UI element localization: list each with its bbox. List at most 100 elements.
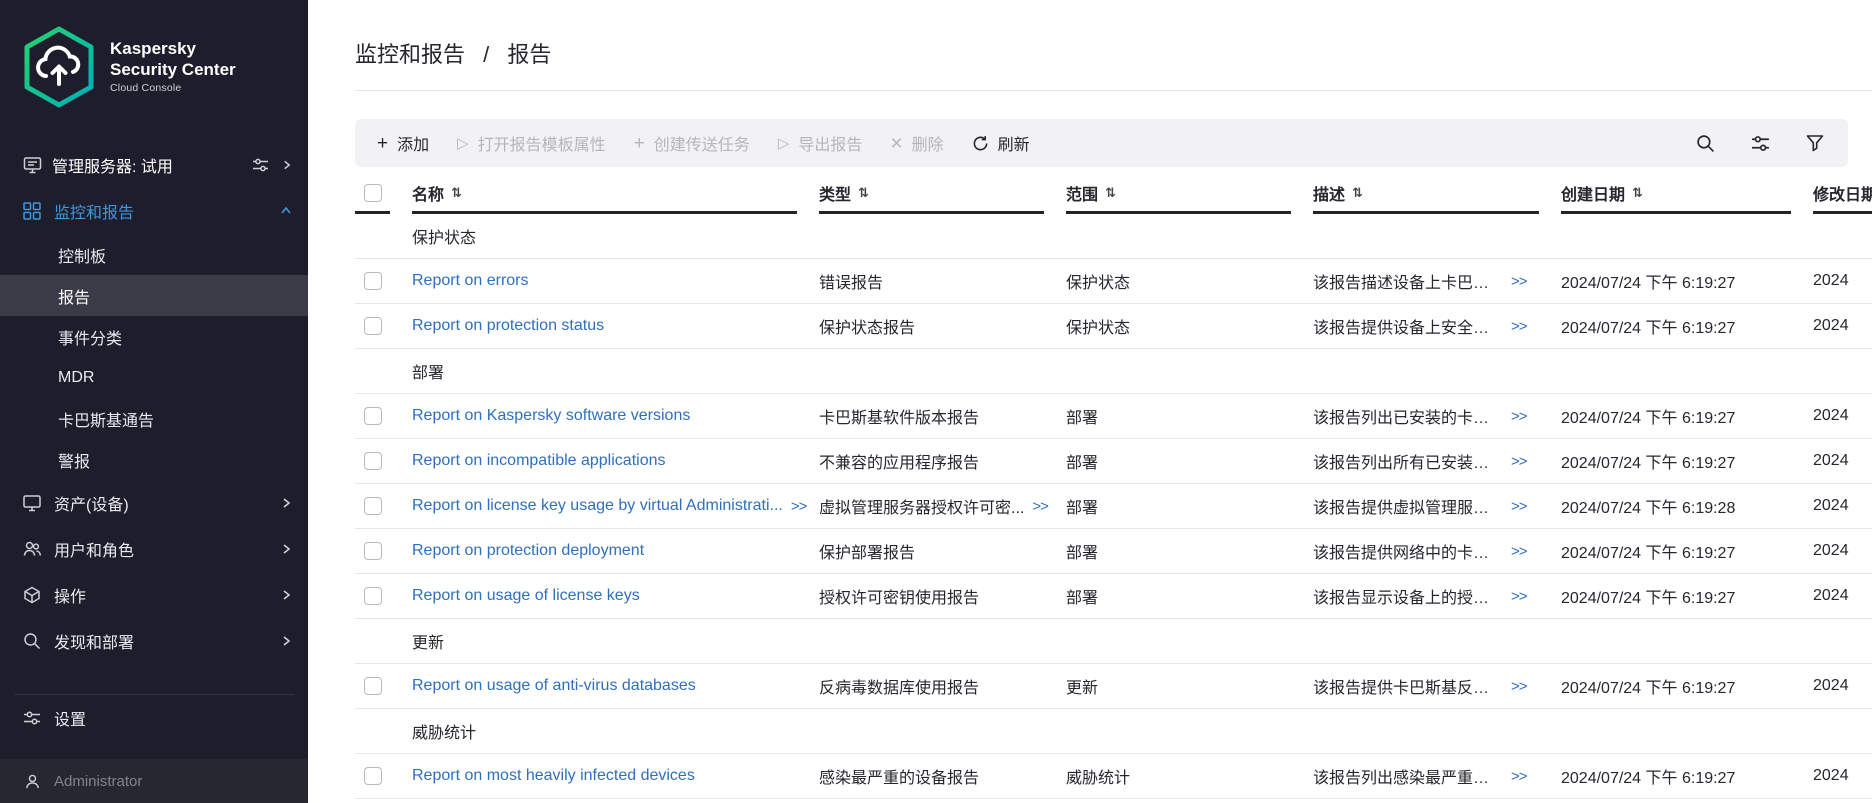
sort-icon: ⇅ (1105, 186, 1116, 201)
sidebar-item-dashboard[interactable]: 控制板 (0, 234, 308, 275)
column-header-type[interactable]: 类型⇅ (819, 175, 1066, 214)
sidebar-item-operations[interactable]: 操作 (0, 572, 308, 618)
group-label: 保护状态 (412, 224, 819, 248)
monitor-icon (22, 494, 42, 512)
row-checkbox[interactable] (364, 452, 382, 470)
sliders-icon (22, 710, 42, 726)
delete-button[interactable]: × 删除 (876, 119, 957, 167)
row-checkbox[interactable] (364, 497, 382, 515)
description-text: 该报告提供虚拟管理服务器... (1313, 494, 1503, 518)
sidebar-item-settings[interactable]: 设置 (0, 695, 308, 741)
refresh-icon (972, 135, 989, 152)
create-delivery-task-button[interactable]: + 创建传送任务 (620, 119, 764, 167)
report-name-link[interactable]: Report on license key usage by virtual A… (412, 497, 783, 515)
description-text: 该报告描述设备上卡巴斯基... (1313, 269, 1503, 293)
brand-line-1: Kaspersky (110, 39, 236, 60)
cell-created: 2024/07/24 下午 6:19:27 (1561, 269, 1813, 293)
button-label: 创建传送任务 (654, 131, 750, 155)
sidebar-item-reports[interactable]: 报告 (0, 275, 308, 316)
brand-line-2: Security Center (110, 60, 236, 81)
cell-checkbox (355, 317, 412, 335)
chevron-right-icon (280, 589, 292, 601)
reports-table: 名称⇅ 类型⇅ 范围⇅ 描述⇅ 创建日期⇅ 修改日期⇅ 保护状态 Report o… (355, 175, 1872, 799)
row-checkbox[interactable] (364, 767, 382, 785)
refresh-button[interactable]: 刷新 (958, 119, 1044, 167)
expand-description-link[interactable]: >> (1511, 273, 1527, 290)
column-header-scope[interactable]: 范围⇅ (1066, 175, 1313, 214)
expand-description-link[interactable]: >> (1511, 408, 1527, 425)
expand-description-link[interactable]: >> (1511, 588, 1527, 605)
button-label: 刷新 (998, 131, 1030, 155)
report-name-link[interactable]: Report on incompatible applications (412, 452, 665, 470)
expand-description-link[interactable]: >> (1511, 678, 1527, 695)
expand-description-link[interactable]: >> (1511, 543, 1527, 560)
sidebar-item-kaspersky-announcements[interactable]: 卡巴斯基通告 (0, 398, 308, 439)
sort-icon: ⇅ (1352, 186, 1363, 201)
row-checkbox[interactable] (364, 677, 382, 695)
group-row: 威胁统计 (355, 709, 1872, 754)
breadcrumb: 监控和报告 / 报告 (355, 0, 1872, 91)
button-label: 导出报告 (798, 131, 862, 155)
sidebar-item-alerts[interactable]: 警报 (0, 439, 308, 480)
cell-description: 该报告提供卡巴斯基反病毒...>> (1313, 674, 1561, 698)
row-checkbox[interactable] (364, 542, 382, 560)
filter-icon (1806, 134, 1824, 152)
open-report-template-properties-button[interactable]: ▷ 打开报告模板属性 (443, 119, 620, 167)
column-header-name[interactable]: 名称⇅ (412, 175, 819, 214)
sidebar-item-discovery-deployment[interactable]: 发现和部署 (0, 618, 308, 664)
row-checkbox[interactable] (364, 407, 382, 425)
column-header-modified[interactable]: 修改日期⇅ (1813, 175, 1872, 214)
report-name-link[interactable]: Report on usage of anti-virus databases (412, 677, 696, 695)
report-name-link[interactable]: Report on usage of license keys (412, 587, 640, 605)
column-header-created[interactable]: 创建日期⇅ (1561, 175, 1813, 214)
row-checkbox[interactable] (364, 317, 382, 335)
management-server-row[interactable]: 管理服务器: 试用 (0, 142, 308, 188)
column-settings-button[interactable] (1737, 119, 1784, 167)
cell-checkbox (355, 542, 412, 560)
settings-label: 设置 (54, 706, 86, 730)
table-row: Report on usage of license keys授权许可密钥使用报… (355, 574, 1872, 619)
report-name-link[interactable]: Report on errors (412, 272, 529, 290)
cell-scope: 保护状态 (1066, 269, 1313, 293)
cell-scope: 部署 (1066, 404, 1313, 428)
cell-type: 卡巴斯基软件版本报告 (819, 404, 1066, 428)
report-name-link[interactable]: Report on protection deployment (412, 542, 644, 560)
expand-description-link[interactable]: >> (1511, 318, 1527, 335)
cell-modified: 2024 (1813, 497, 1872, 515)
expand-type-link[interactable]: >> (1032, 498, 1048, 515)
add-button[interactable]: + 添加 (363, 119, 443, 167)
select-all-checkbox[interactable] (364, 184, 382, 202)
expand-description-link[interactable]: >> (1511, 768, 1527, 785)
sidebar-item-monitoring-reporting[interactable]: 监控和报告 (0, 188, 308, 234)
search-icon (22, 632, 42, 650)
row-checkbox[interactable] (364, 272, 382, 290)
sidebar-item-event-selections[interactable]: 事件分类 (0, 316, 308, 357)
report-name-link[interactable]: Report on most heavily infected devices (412, 767, 695, 785)
expand-description-link[interactable]: >> (1511, 453, 1527, 470)
table-row: Report on protection status保护状态报告保护状态该报告… (355, 304, 1872, 349)
expand-description-link[interactable]: >> (1511, 498, 1527, 515)
breadcrumb-parent[interactable]: 监控和报告 (355, 42, 465, 67)
server-settings-icon[interactable] (252, 157, 269, 173)
user-account-bar[interactable]: Administrator (0, 759, 308, 803)
sidebar-item-mdr[interactable]: MDR (0, 357, 308, 398)
report-name-link[interactable]: Report on Kaspersky software versions (412, 407, 690, 425)
expand-name-link[interactable]: >> (791, 498, 807, 515)
description-text: 该报告提供设备上安全应用... (1313, 314, 1503, 338)
report-name-link[interactable]: Report on protection status (412, 317, 604, 335)
filter-button[interactable] (1792, 119, 1838, 167)
sidebar-item-assets-devices[interactable]: 资产(设备) (0, 480, 308, 526)
export-report-button[interactable]: ▷ 导出报告 (764, 119, 877, 167)
chevron-right-icon[interactable] (281, 159, 292, 171)
sidebar-item-users-roles[interactable]: 用户和角色 (0, 526, 308, 572)
table-body: 保护状态Report on errors错误报告保护状态该报告描述设备上卡巴斯基… (355, 214, 1872, 799)
sub-item-label: MDR (58, 369, 94, 387)
column-header-description[interactable]: 描述⇅ (1313, 175, 1561, 214)
row-checkbox[interactable] (364, 587, 382, 605)
cell-name: Report on license key usage by virtual A… (412, 497, 819, 515)
search-button[interactable] (1682, 119, 1729, 167)
type-text: 错误报告 (819, 269, 883, 293)
sub-item-label: 卡巴斯基通告 (58, 407, 154, 431)
server-label: 管理服务器: 试用 (52, 153, 242, 177)
cell-description: 该报告提供网络中的卡巴斯...>> (1313, 539, 1561, 563)
